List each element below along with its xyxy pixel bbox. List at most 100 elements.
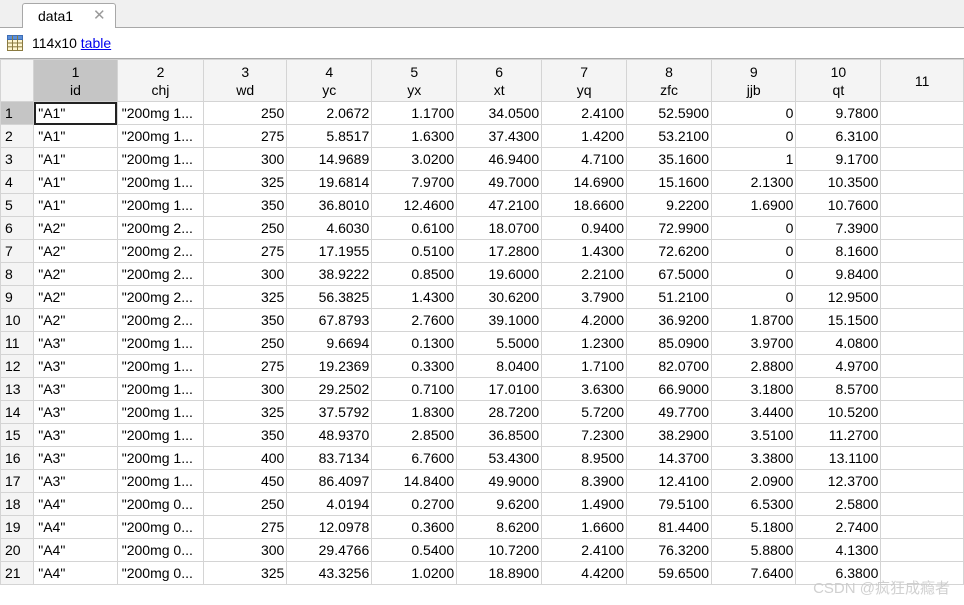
table-cell[interactable]: 325 (203, 400, 288, 424)
table-cell[interactable]: 14.3700 (626, 446, 712, 470)
row-header[interactable]: 9 (0, 285, 35, 309)
table-cell[interactable]: 9.6200 (456, 492, 543, 516)
table-cell[interactable]: 1.4300 (371, 285, 458, 309)
table-cell-empty[interactable] (880, 170, 964, 194)
table-cell[interactable]: 3.0200 (371, 147, 458, 171)
table-cell[interactable]: 3.5100 (710, 423, 797, 447)
table-cell[interactable]: 5.1800 (710, 515, 797, 539)
table-cell[interactable]: 36.8010 (286, 193, 373, 217)
table-cell-empty[interactable] (880, 262, 964, 286)
row-header[interactable]: 12 (0, 354, 35, 378)
close-icon[interactable]: ✕ (93, 7, 106, 25)
table-cell[interactable]: 6.3100 (795, 124, 882, 148)
table-cell[interactable]: 350 (203, 423, 288, 447)
table-cell[interactable]: "200mg 2... (116, 262, 205, 286)
row-header[interactable]: 6 (0, 216, 35, 240)
table-cell[interactable]: 1.2300 (541, 331, 628, 355)
table-cell[interactable]: 1.6900 (710, 193, 797, 217)
table-cell[interactable]: 59.6500 (626, 561, 712, 585)
row-header[interactable]: 8 (0, 262, 35, 286)
table-cell[interactable]: "200mg 2... (116, 308, 205, 332)
table-cell[interactable]: 2.7600 (371, 308, 458, 332)
table-cell[interactable]: 7.9700 (371, 170, 458, 194)
table-cell[interactable]: "A3" (33, 377, 118, 401)
table-cell[interactable]: 1.6300 (371, 124, 458, 148)
table-cell[interactable]: "200mg 1... (116, 331, 205, 355)
table-cell-empty[interactable] (880, 446, 964, 470)
table-cell[interactable]: 4.7100 (541, 147, 628, 171)
table-cell[interactable]: 0 (710, 239, 797, 263)
table-cell[interactable]: "A3" (33, 469, 118, 493)
table-cell[interactable]: 7.2300 (541, 423, 628, 447)
table-cell[interactable]: 28.7200 (456, 400, 543, 424)
table-cell[interactable]: 275 (203, 354, 288, 378)
table-cell-empty[interactable] (880, 216, 964, 240)
table-cell[interactable]: "A2" (33, 262, 118, 286)
table-cell-empty[interactable] (880, 147, 964, 171)
table-cell[interactable]: 12.3700 (795, 469, 882, 493)
table-cell[interactable]: 51.2100 (626, 285, 712, 309)
table-cell[interactable]: 1 (710, 147, 797, 171)
column-header[interactable]: 11 (880, 59, 964, 102)
table-cell[interactable]: "200mg 1... (116, 147, 205, 171)
table-cell[interactable]: "A2" (33, 216, 118, 240)
table-cell[interactable]: 2.4100 (541, 101, 628, 125)
table-cell[interactable]: 1.1700 (371, 101, 458, 125)
table-cell[interactable]: 49.7700 (626, 400, 712, 424)
table-cell[interactable]: 6.5300 (710, 492, 797, 516)
table-cell[interactable]: "200mg 1... (116, 446, 205, 470)
table-cell[interactable]: 14.6900 (541, 170, 628, 194)
table-cell[interactable]: "A3" (33, 446, 118, 470)
table-cell[interactable]: 0 (710, 124, 797, 148)
table-cell[interactable]: 4.6030 (286, 216, 373, 240)
column-header[interactable]: 8 zfc (626, 59, 712, 102)
row-header[interactable]: 11 (0, 331, 35, 355)
table-cell[interactable]: 34.0500 (456, 101, 543, 125)
table-cell[interactable]: 275 (203, 515, 288, 539)
table-cell[interactable]: 66.9000 (626, 377, 712, 401)
table-cell[interactable]: 325 (203, 170, 288, 194)
table-cell-empty[interactable] (880, 423, 964, 447)
table-cell[interactable]: "A4" (33, 538, 118, 562)
table-cell[interactable]: 0 (710, 262, 797, 286)
table-cell[interactable]: 67.5000 (626, 262, 712, 286)
table-cell[interactable]: 3.4400 (710, 400, 797, 424)
table-cell[interactable]: 8.0400 (456, 354, 543, 378)
table-cell[interactable]: 4.2000 (541, 308, 628, 332)
table-cell[interactable]: 37.4300 (456, 124, 543, 148)
table-cell[interactable]: 1.6600 (541, 515, 628, 539)
table-cell[interactable]: 450 (203, 469, 288, 493)
table-cell[interactable]: 9.1700 (795, 147, 882, 171)
table-cell[interactable]: 67.8793 (286, 308, 373, 332)
column-header[interactable]: 2 chj (116, 59, 205, 102)
table-cell[interactable]: 82.0700 (626, 354, 712, 378)
table-cell[interactable]: 2.5800 (795, 492, 882, 516)
table-cell[interactable]: 10.3500 (795, 170, 882, 194)
table-cell[interactable]: 30.6200 (456, 285, 543, 309)
table-cell[interactable]: 52.5900 (626, 101, 712, 125)
table-cell[interactable]: 39.1000 (456, 308, 543, 332)
row-header[interactable]: 18 (0, 492, 35, 516)
table-cell[interactable]: "A4" (33, 492, 118, 516)
table-cell[interactable]: "A3" (33, 400, 118, 424)
table-cell[interactable]: 250 (203, 216, 288, 240)
table-cell[interactable]: 0.9400 (541, 216, 628, 240)
table-cell[interactable]: 36.8500 (456, 423, 543, 447)
table-cell[interactable]: 85.0900 (626, 331, 712, 355)
table-cell[interactable]: "A1" (33, 193, 118, 217)
table-cell[interactable]: 17.1955 (286, 239, 373, 263)
table-cell[interactable]: 86.4097 (286, 469, 373, 493)
table-cell-empty[interactable] (880, 331, 964, 355)
table-cell[interactable]: "200mg 0... (116, 515, 205, 539)
table-cell[interactable]: 19.6000 (456, 262, 543, 286)
table-cell[interactable]: 3.3800 (710, 446, 797, 470)
table-cell[interactable]: 4.1300 (795, 538, 882, 562)
table-cell[interactable]: "200mg 1... (116, 377, 205, 401)
table-cell[interactable]: 3.9700 (710, 331, 797, 355)
table-cell[interactable]: 29.2502 (286, 377, 373, 401)
table-cell[interactable]: 300 (203, 262, 288, 286)
table-cell[interactable]: 83.7134 (286, 446, 373, 470)
table-cell[interactable]: 18.6600 (541, 193, 628, 217)
table-cell[interactable]: 29.4766 (286, 538, 373, 562)
table-cell[interactable]: 0.1300 (371, 331, 458, 355)
